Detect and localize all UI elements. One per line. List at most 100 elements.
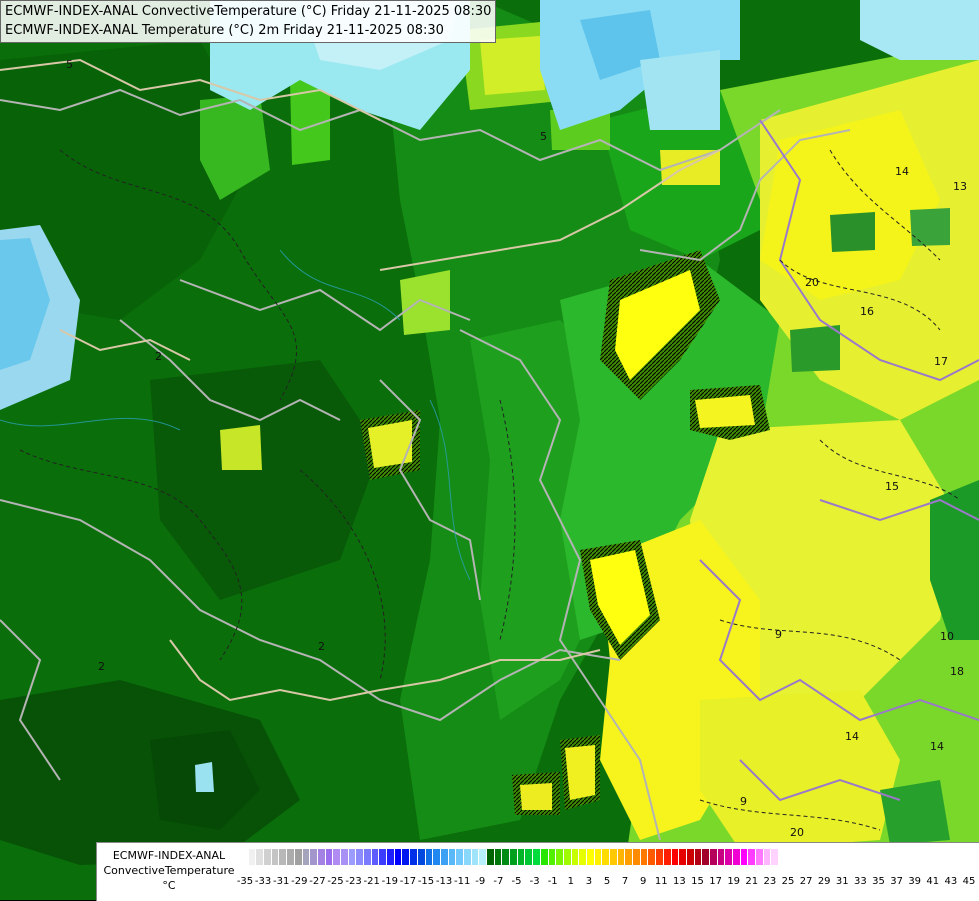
legend-swatch [448, 849, 457, 865]
legend-tick-label: 15 [691, 876, 704, 887]
contour-label: 16 [860, 305, 874, 318]
legend-swatch [640, 849, 649, 865]
legend-swatch [694, 849, 703, 865]
legend-tick-label: 13 [673, 876, 686, 887]
legend-swatch [271, 849, 280, 865]
legend-tick-label: 17 [709, 876, 722, 887]
legend-swatch [494, 849, 503, 865]
legend-swatch [717, 849, 726, 865]
legend-swatch [579, 849, 587, 865]
legend-tick-label: -13 [435, 876, 453, 887]
legend-tick-label: 11 [654, 876, 668, 887]
legend-swatch [364, 849, 372, 865]
legend-swatch [686, 849, 695, 865]
legend-swatch [771, 849, 780, 865]
legend-tick-label: 43 [944, 876, 958, 887]
legend-tick-label: 37 [890, 876, 903, 887]
legend-swatch [302, 849, 311, 865]
legend-tick-label: -11 [454, 876, 471, 887]
contour-label: 14 [930, 740, 944, 753]
legend-swatch [663, 849, 672, 865]
legend-tick-row: -35 -33 -31 -29 -27 -25 -23 -21 -19 -17 -15 -13 -11-… [237, 876, 977, 890]
legend-swatch [610, 849, 618, 865]
legend-swatch [679, 849, 687, 865]
legend-unit: °C [162, 879, 176, 892]
legend-swatch [563, 849, 572, 865]
contour-label: 17 [934, 355, 948, 368]
legend-tick-label: -29 [291, 876, 308, 887]
legend-swatch [540, 849, 549, 865]
legend-color-bar [241, 849, 780, 866]
legend-swatch [733, 849, 741, 865]
legend-tick-label: -15 [417, 876, 435, 887]
legend-swatch [725, 849, 733, 865]
legend-swatch [440, 849, 449, 865]
legend-swatch [633, 849, 641, 865]
legend-tick-label: -7 [493, 876, 504, 887]
contour-label: 14 [845, 730, 859, 743]
legend-swatch [763, 849, 772, 865]
contour-label: 5 [66, 58, 73, 71]
legend-tick-label: 27 [799, 876, 813, 887]
legend-tick-label: -23 [345, 876, 362, 887]
legend-swatch [671, 849, 680, 865]
legend-tick-label: 45 [962, 876, 976, 887]
legend-swatch [294, 849, 303, 865]
map-title: ECMWF-INDEX-ANAL ConvectiveTemperature (… [0, 0, 497, 43]
legend-swatch [379, 849, 388, 865]
title-line-convective: ECMWF-INDEX-ANAL ConvectiveTemperature (… [5, 4, 492, 19]
legend-swatch [702, 849, 710, 865]
legend-swatch [433, 849, 441, 865]
legend-swatch [387, 849, 395, 865]
legend-swatch [310, 849, 318, 865]
legend-swatch [525, 849, 534, 865]
legend-tick-label: 5 [603, 876, 611, 887]
map-canvas: 5 5 2 2 2 20 15 16 17 13 14 14 9 9 20 18… [0, 0, 979, 900]
legend-swatch [656, 849, 664, 865]
legend-swatch [502, 849, 511, 865]
legend-swatch [756, 849, 764, 865]
legend-tick-label: -27 [309, 876, 326, 887]
contour-label: 14 [895, 165, 909, 178]
color-legend: ECMWF-INDEX-ANAL ConvectiveTemperature °… [96, 842, 979, 901]
legend-tick-label: 9 [640, 876, 647, 887]
legend-swatch [317, 849, 326, 865]
legend-tick-label: -25 [327, 876, 344, 887]
contour-label: 10 [940, 630, 954, 643]
contour-label: 18 [950, 665, 964, 678]
legend-swatch [487, 849, 495, 865]
legend-swatch [410, 849, 418, 865]
legend-tick-label: 29 [817, 876, 831, 887]
legend-tick-label: 7 [621, 876, 629, 887]
legend-tick-label: -9 [475, 876, 486, 887]
legend-swatch [340, 849, 349, 865]
legend-swatch [333, 849, 341, 865]
legend-swatch [740, 849, 749, 865]
contour-label: 2 [155, 350, 162, 363]
legend-swatch [356, 849, 364, 865]
legend-swatch [264, 849, 272, 865]
legend-swatch [325, 849, 334, 865]
legend-swatch [571, 849, 580, 865]
legend-swatch [602, 849, 610, 865]
legend-swatch [471, 849, 480, 865]
contour-label: 5 [540, 130, 547, 143]
legend-swatch [463, 849, 472, 865]
contour-label: 9 [740, 795, 747, 808]
legend-swatch [417, 849, 426, 865]
contour-label: 2 [318, 640, 325, 653]
legend-swatch [533, 849, 541, 865]
legend-tick-label: -31 [273, 876, 290, 887]
legend-tick-label: 1 [567, 876, 574, 887]
legend-swatch [479, 849, 487, 865]
legend-swatch [371, 849, 380, 865]
legend-tick-label: 19 [727, 876, 741, 887]
legend-tick-label: -19 [381, 876, 398, 887]
legend-swatch [425, 849, 434, 865]
legend-tick-label: -33 [254, 876, 272, 887]
legend-swatch [748, 849, 757, 865]
temperature-field [0, 0, 979, 900]
legend-swatch [517, 849, 526, 865]
legend-tick-label: -3 [529, 876, 540, 887]
contour-label: 20 [805, 276, 819, 289]
